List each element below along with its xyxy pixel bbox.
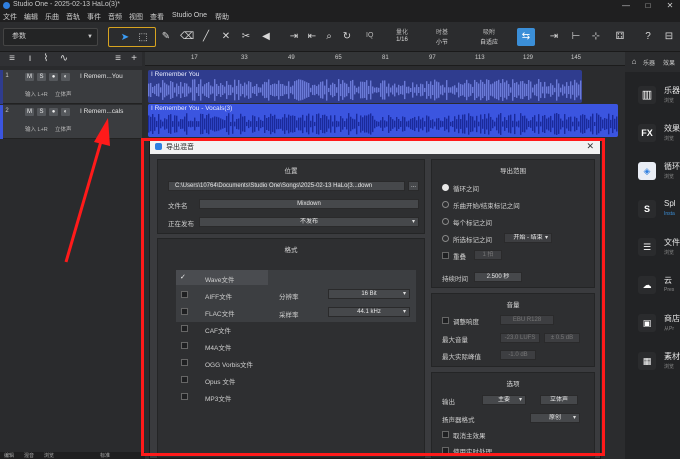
annotation-highlight: [141, 138, 605, 456]
